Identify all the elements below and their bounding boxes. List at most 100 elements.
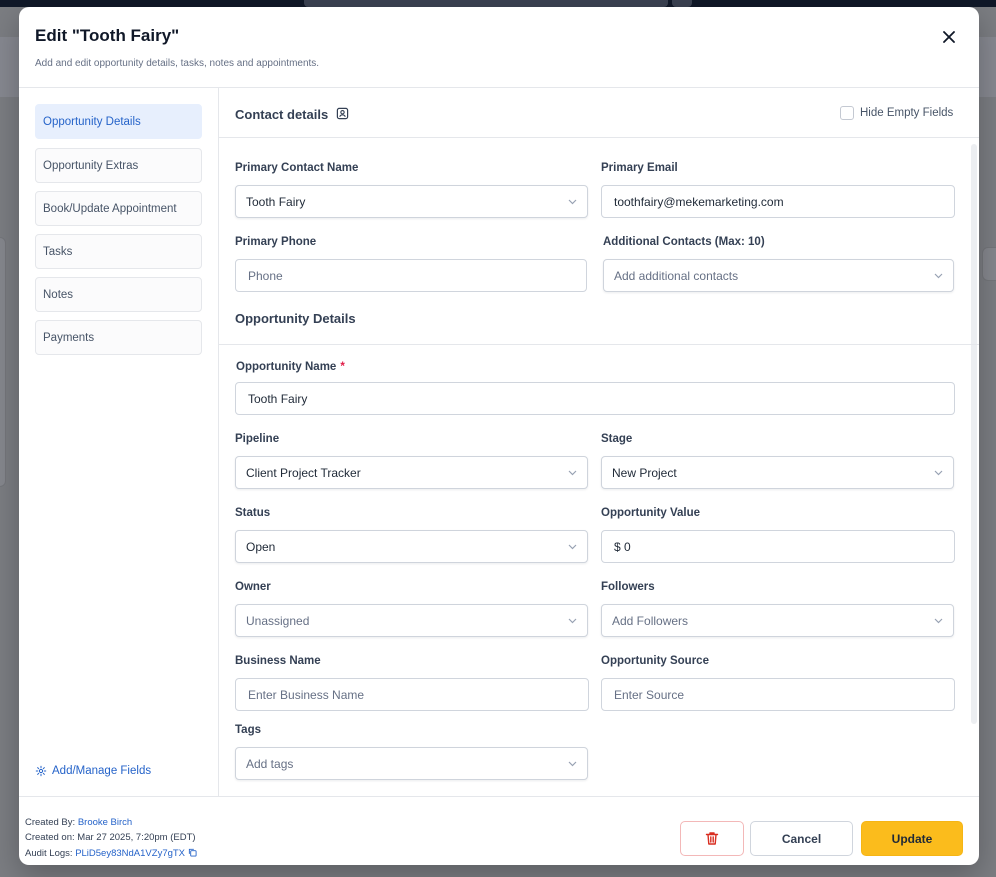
sidebar-item-opportunity-details[interactable]: Opportunity Details [35,104,202,139]
update-button[interactable]: Update [861,821,963,856]
scrollbar[interactable] [971,144,977,724]
sidebar-item-label: Opportunity Extras [43,159,139,172]
opportunity-value-label: Opportunity Value [601,507,701,519]
contact-section-title: Contact details [235,107,349,122]
pipeline-select[interactable]: Client Project Tracker [235,456,588,489]
chevron-down-icon [567,197,577,207]
required-marker: * [340,361,345,373]
primary-email-value: toothfairy@mekemarketing.com [614,194,784,209]
additional-contacts-select[interactable]: Add additional contacts [603,259,954,292]
sidebar-item-payments[interactable]: Payments [35,320,202,355]
background-card [0,237,6,487]
followers-placeholder: Add Followers [612,613,689,628]
owner-select[interactable]: Unassigned [235,604,588,637]
primary-contact-select[interactable]: Tooth Fairy [235,185,588,218]
owner-label: Owner [235,581,271,593]
sidebar-item-tasks[interactable]: Tasks [35,234,202,269]
manage-fields-link[interactable]: Add/Manage Fields [35,765,151,777]
modal-title: Edit "Tooth Fairy" [35,26,180,45]
opportunity-name-input[interactable]: Tooth Fairy [235,382,955,415]
tags-label: Tags [235,724,261,736]
followers-label: Followers [601,581,655,593]
status-value: Open [246,539,276,554]
additional-contacts-placeholder: Add additional contacts [614,268,739,283]
close-button[interactable] [937,25,961,49]
opportunity-name-label-text: Opportunity Name [236,361,337,373]
modal-header: Edit "Tooth Fairy" Add and edit opportun… [19,7,979,88]
opportunity-value-input[interactable]: $ 0 [601,530,955,563]
created-on: Created on: Mar 27 2025, 7:20pm (EDT) [25,832,196,843]
bolt-button [672,0,692,7]
business-name-placeholder: Enter Business Name [248,687,365,702]
sidebar-item-label: Opportunity Details [43,115,141,128]
opportunity-name-value: Tooth Fairy [248,391,308,406]
chevron-down-icon [933,271,943,281]
copy-icon[interactable] [188,848,197,857]
edit-opportunity-modal: Edit "Tooth Fairy" Add and edit opportun… [19,7,979,865]
opportunity-value-value: $ 0 [614,539,631,554]
audit-log-id-link[interactable]: PLiD5ey83NdA1VZy7gTX [75,848,185,859]
stage-label: Stage [601,433,633,445]
cancel-button[interactable]: Cancel [750,821,853,856]
tags-placeholder: Add tags [246,756,294,771]
status-label: Status [235,507,271,519]
close-icon [943,31,955,43]
additional-contacts-label: Additional Contacts (Max: 10) [603,236,765,248]
stage-select[interactable]: New Project [601,456,954,489]
sidebar-item-label: Payments [43,331,95,344]
owner-placeholder: Unassigned [246,613,310,628]
primary-phone-label: Primary Phone [235,236,317,248]
status-select[interactable]: Open [235,530,588,563]
contact-section-label: Contact details [235,107,329,122]
chevron-down-icon [567,759,577,769]
chevron-down-icon [567,542,577,552]
sidebar-item-label: Book/Update Appointment [43,202,177,215]
created-by: Created By: Brooke Birch [25,817,132,828]
section-divider [219,344,979,345]
gear-icon [35,765,47,777]
contact-section-header: Contact details Hide Empty Fields [219,88,979,138]
trash-icon [705,832,719,845]
sidebar-item-notes[interactable]: Notes [35,277,202,312]
contact-card-icon [336,107,349,120]
global-search [304,0,668,7]
background-card [982,247,996,281]
sidebar-item-book-appointment[interactable]: Book/Update Appointment [35,191,202,226]
hide-empty-label: Hide Empty Fields [860,107,954,119]
sidebar-item-opportunity-extras[interactable]: Opportunity Extras [35,148,202,183]
opportunity-name-label: Opportunity Name * [236,361,345,373]
modal-sidebar: Opportunity Details Opportunity Extras B… [19,88,219,796]
primary-phone-placeholder: Phone [248,268,283,283]
chevron-down-icon [933,616,943,626]
sidebar-item-label: Tasks [43,245,73,258]
primary-phone-input[interactable]: Phone [235,259,587,292]
modal-main: Contact details Hide Empty Fields Primar… [219,88,979,796]
primary-contact-value: Tooth Fairy [246,194,306,209]
modal-footer: Created By: Brooke Birch Created on: Mar… [19,796,979,865]
created-by-label: Created By: [25,817,76,828]
opportunity-section-title: Opportunity Details [235,311,356,326]
opportunity-source-label: Opportunity Source [601,655,709,667]
chevron-down-icon [567,468,577,478]
pipeline-value: Client Project Tracker [246,465,361,480]
business-name-input[interactable]: Enter Business Name [235,678,589,711]
opportunity-source-placeholder: Enter Source [614,687,685,702]
chevron-down-icon [567,616,577,626]
audit-logs: Audit Logs: PLiD5ey83NdA1VZy7gTX [25,848,197,859]
stage-value: New Project [612,465,677,480]
pipeline-label: Pipeline [235,433,280,445]
audit-logs-label: Audit Logs: [25,848,73,859]
manage-fields-label: Add/Manage Fields [52,765,152,777]
followers-select[interactable]: Add Followers [601,604,954,637]
delete-button[interactable] [680,821,744,856]
tags-select[interactable]: Add tags [235,747,588,780]
hide-empty-fields-toggle[interactable]: Hide Empty Fields [840,106,953,120]
business-name-label: Business Name [235,655,321,667]
chevron-down-icon [933,468,943,478]
opportunity-source-input[interactable]: Enter Source [601,678,955,711]
primary-email-input[interactable]: toothfairy@mekemarketing.com [601,185,955,218]
hide-empty-checkbox[interactable] [840,106,854,120]
primary-contact-label: Primary Contact Name [235,162,359,174]
created-by-link[interactable]: Brooke Birch [78,817,132,828]
primary-email-label: Primary Email [601,162,678,174]
